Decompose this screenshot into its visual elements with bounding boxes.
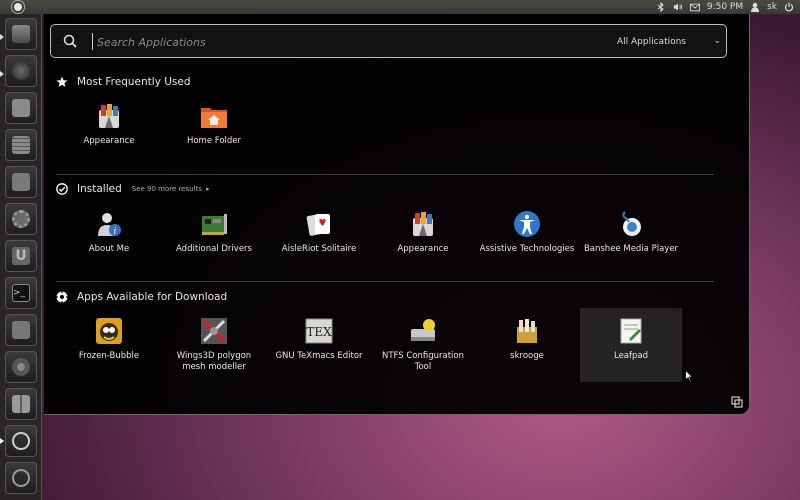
text-cursor (92, 33, 93, 50)
apps-lens-icon[interactable] (5, 425, 37, 457)
top-panel: 9:50 PM sk (0, 0, 800, 14)
app-tile-appearance-installed[interactable]: Appearance (373, 204, 473, 276)
resize-handle-icon[interactable] (731, 396, 743, 408)
app-label: Appearance (83, 136, 135, 146)
app-label: Home Folder (186, 136, 242, 146)
app-label: NTFS Configuration Tool (381, 351, 465, 372)
firefox-icon[interactable] (5, 55, 37, 87)
frozen-bubble-icon (95, 317, 123, 345)
section-header-installed: Installed See 90 more results ▸ (56, 180, 209, 198)
user-icon[interactable] (750, 2, 760, 12)
app-label: Additional Drivers (176, 244, 252, 254)
svg-text:i: i (114, 227, 117, 237)
app-tile-about-me[interactable]: i About Me (59, 204, 159, 276)
home-folder-icon[interactable] (5, 18, 37, 50)
ubuntu-one-icon[interactable]: U (5, 240, 37, 272)
volume-icon[interactable] (673, 2, 683, 12)
app-label: skrooge (510, 351, 544, 361)
star-icon (56, 76, 68, 87)
drivers-icon (200, 210, 228, 238)
app-label: Wings3D polygon mesh modeller (176, 351, 252, 372)
appearance-icon (409, 210, 437, 238)
running-indicator (0, 71, 4, 77)
section-divider (56, 174, 714, 175)
chromium-icon[interactable] (5, 351, 37, 383)
leafpad-icon (617, 317, 645, 345)
banshee-icon (617, 210, 645, 238)
app-tile-additional-drivers[interactable]: Additional Drivers (164, 204, 264, 276)
app-tile-appearance[interactable]: Appearance (59, 96, 159, 168)
about-me-icon: i (95, 210, 123, 238)
username[interactable]: sk (767, 2, 777, 12)
writer-icon[interactable] (5, 92, 37, 124)
impress-icon[interactable] (5, 166, 37, 198)
skrooge-icon (513, 317, 541, 345)
app-label: Leafpad (613, 351, 649, 361)
search-icon (63, 34, 77, 48)
arrow-right-icon[interactable]: ▸ (206, 185, 210, 193)
app-tile-leafpad[interactable]: Leafpad (580, 308, 682, 382)
checkmark-icon (56, 183, 68, 195)
section-title: Apps Available for Download (77, 291, 228, 303)
screenshot-icon[interactable] (5, 314, 37, 346)
app-label: AisleRiot Solitaire (281, 244, 357, 254)
app-label: Frozen-Bubble (78, 351, 140, 361)
app-tile-banshee-media-player[interactable]: Banshee Media Player (581, 204, 681, 276)
section-header-download: Apps Available for Download (56, 288, 227, 306)
scope-filter-dropdown[interactable]: All Applications ⌄ (617, 33, 727, 51)
app-tile-skrooge[interactable]: skrooge (477, 311, 577, 383)
app-tile-assistive-technologies[interactable]: Assistive Technologies (477, 204, 577, 276)
terminal-icon[interactable]: >_ (5, 277, 37, 309)
svg-text:TEX: TEX (306, 325, 332, 339)
clock[interactable]: 9:50 PM (707, 2, 743, 12)
ntfs-config-icon (409, 317, 437, 345)
accessibility-icon (513, 210, 541, 238)
home-folder-icon (200, 102, 228, 130)
active-indicator (0, 438, 4, 444)
mail-icon[interactable] (689, 2, 700, 12)
app-tile-wings3d[interactable]: Wings3D polygon mesh modeller (164, 311, 264, 383)
app-tile-frozen-bubble[interactable]: Frozen-Bubble (59, 311, 159, 383)
wings3d-icon (200, 317, 228, 345)
app-label: Appearance (397, 244, 449, 254)
see-more-link[interactable]: See 90 more results (132, 185, 202, 193)
app-label: About Me (88, 244, 130, 254)
power-icon[interactable] (784, 2, 794, 12)
bluetooth-icon[interactable] (656, 2, 666, 12)
calc-icon[interactable] (5, 129, 37, 161)
workspaces-icon[interactable] (5, 388, 37, 420)
section-title: Installed (77, 183, 122, 195)
app-tile-home-folder[interactable]: Home Folder (164, 96, 264, 168)
chevron-down-icon: ⌄ (713, 36, 721, 46)
download-gear-icon (56, 291, 68, 303)
texmacs-icon: TEX (305, 317, 333, 345)
app-label: Assistive Technologies (479, 244, 575, 254)
section-header-frequent: Most Frequently Used (56, 73, 191, 91)
settings-icon[interactable] (5, 203, 37, 235)
launcher: U >_ (0, 14, 42, 500)
files-lens-icon[interactable] (5, 462, 37, 494)
solitaire-icon (305, 210, 333, 238)
search-input[interactable] (97, 32, 457, 52)
app-label: GNU TeXmacs Editor (275, 351, 363, 361)
section-divider (56, 281, 714, 282)
app-label: Banshee Media Player (583, 244, 679, 254)
running-indicator (0, 34, 4, 40)
appearance-icon (95, 102, 123, 130)
dash-panel: All Applications ⌄ Most Frequently Used … (44, 14, 750, 415)
mouse-pointer-icon (685, 370, 693, 382)
ubuntu-logo-icon[interactable] (12, 1, 24, 13)
section-title: Most Frequently Used (77, 76, 191, 88)
app-tile-aisleriot-solitaire[interactable]: AisleRiot Solitaire (269, 204, 369, 276)
search-bar[interactable]: All Applications ⌄ (50, 24, 727, 58)
scope-filter-label: All Applications (617, 37, 686, 47)
app-tile-gnu-texmacs[interactable]: TEX GNU TeXmacs Editor (269, 311, 369, 383)
app-tile-ntfs-configuration[interactable]: NTFS Configuration Tool (373, 311, 473, 383)
